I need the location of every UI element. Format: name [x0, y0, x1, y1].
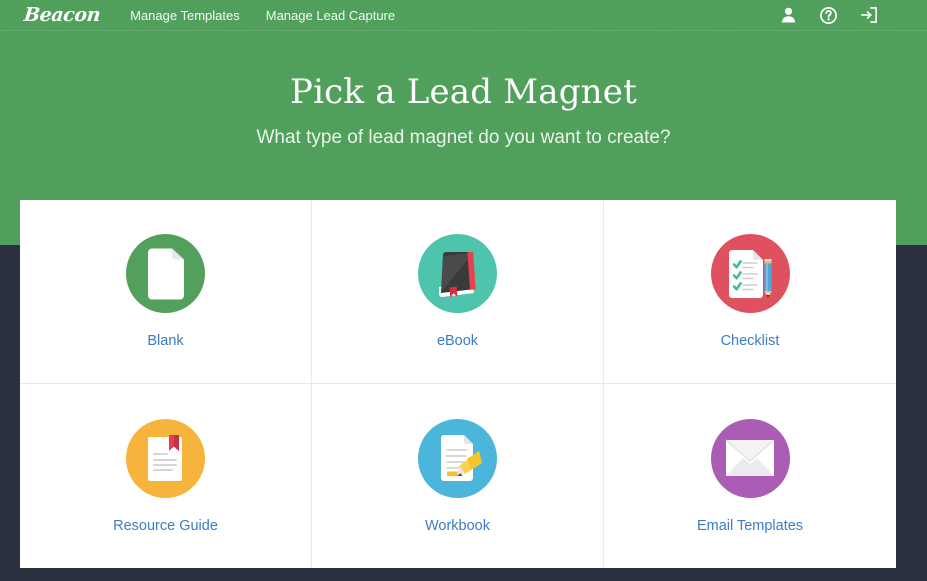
blank-document-icon — [126, 234, 205, 314]
tile-label-checklist: Checklist — [720, 333, 780, 350]
tile-label-workbook: Workbook — [424, 517, 490, 534]
help-icon[interactable] — [820, 6, 837, 24]
book-icon — [418, 234, 497, 314]
envelope-icon — [710, 418, 790, 498]
nav-link-manage-templates[interactable]: Manage Templates — [130, 9, 240, 22]
bookmarked-page-icon — [126, 418, 205, 498]
checklist-icon — [710, 234, 790, 314]
lead-magnet-type-grid: Blank eBook Checklist Resource Guide Wor… — [20, 200, 896, 568]
logout-icon[interactable] — [860, 7, 877, 24]
tile-label-ebook: eBook — [436, 333, 479, 350]
nav-icon-group — [780, 6, 877, 24]
tile-workbook[interactable]: Workbook — [312, 384, 604, 568]
tile-label-email-templates: Email Templates — [696, 517, 804, 534]
tile-resource-guide[interactable]: Resource Guide — [20, 384, 312, 568]
user-icon[interactable] — [780, 7, 797, 24]
beacon-logo[interactable]: Beacon — [23, 4, 101, 26]
tile-ebook[interactable]: eBook — [312, 200, 604, 384]
hero-text-block: Pick a Lead Magnet What type of lead mag… — [0, 31, 927, 150]
nav-links: Manage Templates Manage Lead Capture — [130, 9, 395, 22]
top-navigation-bar: Beacon Manage Templates Manage Lead Capt… — [0, 0, 927, 31]
page-title: Pick a Lead Magnet — [290, 72, 637, 112]
tile-label-blank: Blank — [147, 333, 184, 350]
tile-checklist[interactable]: Checklist — [604, 200, 896, 384]
tile-label-resource-guide: Resource Guide — [113, 517, 218, 534]
page-subtitle: What type of lead magnet do you want to … — [256, 127, 671, 149]
highlighter-icon — [418, 418, 497, 498]
nav-link-manage-lead-capture[interactable]: Manage Lead Capture — [266, 9, 395, 22]
tile-blank[interactable]: Blank — [20, 200, 312, 384]
tile-email-templates[interactable]: Email Templates — [604, 384, 896, 568]
